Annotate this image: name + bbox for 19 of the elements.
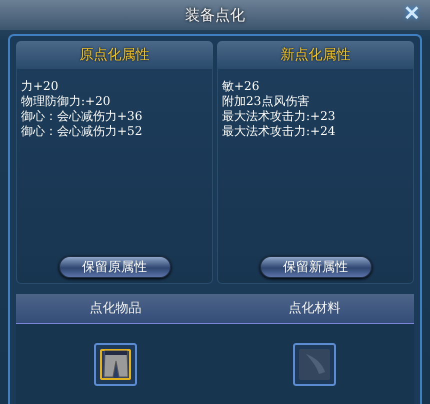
attribute-line: 御心：会心减伤力+52 [21, 124, 144, 139]
close-button[interactable]: ✕ [400, 3, 424, 25]
keep-attributes-button[interactable]: 保留原属性 [58, 256, 170, 278]
attribute-line: 最大法术攻击力:+24 [222, 124, 336, 139]
slot-label: 点化材料 [288, 300, 342, 318]
item-slot[interactable] [293, 342, 336, 386]
attribute-line: 附加23点风伤害 [222, 94, 310, 109]
item-slot[interactable] [94, 342, 137, 386]
attribute-line: 力+20 [21, 79, 60, 94]
attribute-line: 御心：会心减伤力+36 [21, 109, 144, 124]
panel-title: 原点化属性 [80, 46, 150, 64]
attribute-line: 物理防御力:+20 [21, 94, 112, 109]
attribute-line: 敏+26 [222, 79, 260, 94]
window-title: 装备点化 [185, 6, 245, 24]
panel-title: 新点化属性 [280, 46, 350, 64]
pants-icon [102, 350, 128, 378]
attribute-line: 最大法术攻击力:+23 [222, 109, 336, 124]
slot-label: 点化物品 [88, 300, 142, 318]
keep-attributes-button[interactable]: 保留新属性 [260, 256, 372, 278]
